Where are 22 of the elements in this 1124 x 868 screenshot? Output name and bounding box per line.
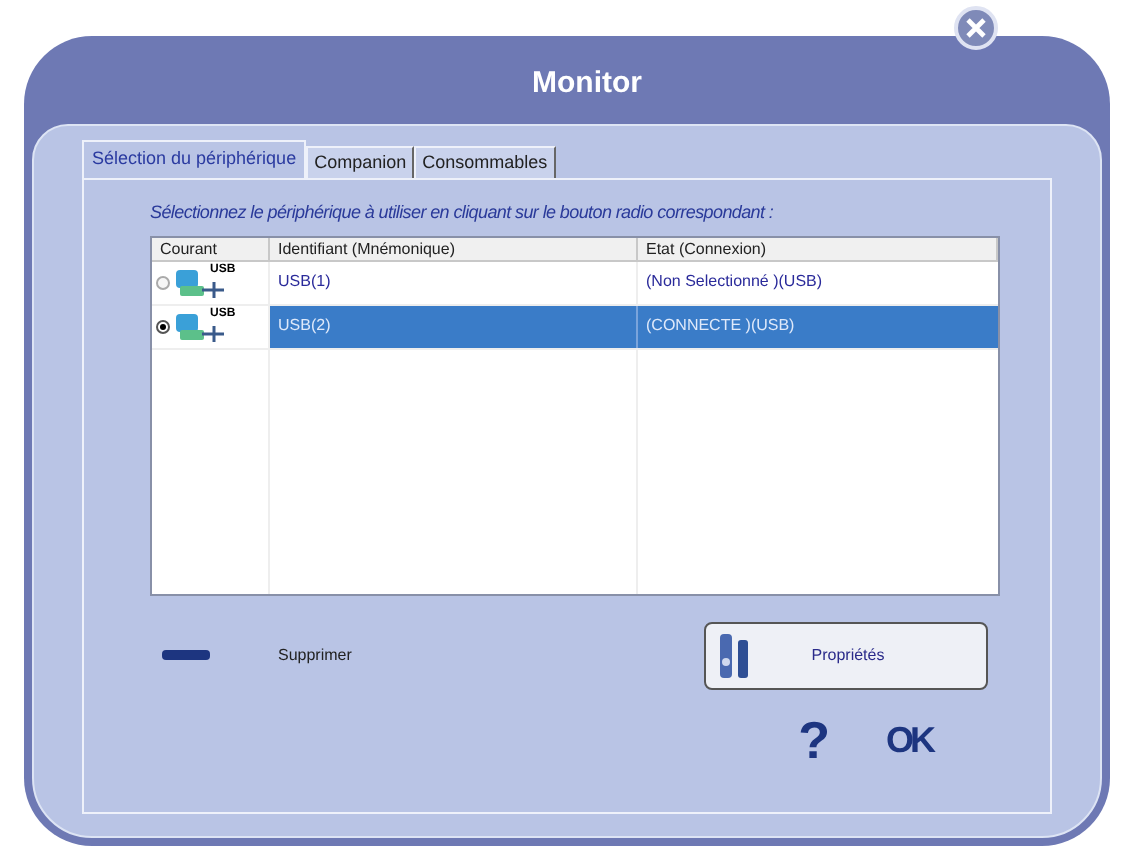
close-button[interactable] bbox=[954, 6, 998, 50]
table-cell: USB(2) bbox=[270, 305, 638, 347]
table-cell: USB(1) bbox=[270, 261, 638, 303]
table-cell-text: (Non Selectionné )(USB) bbox=[644, 270, 825, 294]
close-icon bbox=[966, 18, 986, 38]
tab[interactable]: Companion bbox=[306, 146, 415, 178]
table-cell: (CONNECTE )(USB) bbox=[638, 305, 998, 347]
tools-icon bbox=[718, 629, 754, 681]
help-button[interactable]: ? bbox=[798, 713, 830, 765]
column-header[interactable]: Identifiant (Mnémonique) bbox=[270, 237, 638, 259]
tab[interactable]: Sélection du périphérique bbox=[82, 140, 307, 178]
column-header[interactable]: Etat (Connexion) bbox=[638, 237, 998, 259]
radio-button[interactable] bbox=[156, 275, 170, 289]
window-title: Monitor bbox=[532, 63, 642, 104]
tab[interactable]: Consommables bbox=[414, 146, 556, 178]
delete-label[interactable]: Supprimer bbox=[278, 643, 352, 667]
properties-button[interactable]: Propriétés bbox=[704, 621, 988, 689]
column-header[interactable]: Courant bbox=[152, 237, 270, 259]
minus-icon[interactable] bbox=[162, 649, 210, 661]
ok-button[interactable]: OK bbox=[886, 721, 932, 757]
instruction-text: Sélectionnez le périphérique à utiliser en cliquant sur le bouton radio correspondant : bbox=[150, 200, 776, 226]
radio-button[interactable] bbox=[156, 319, 170, 333]
